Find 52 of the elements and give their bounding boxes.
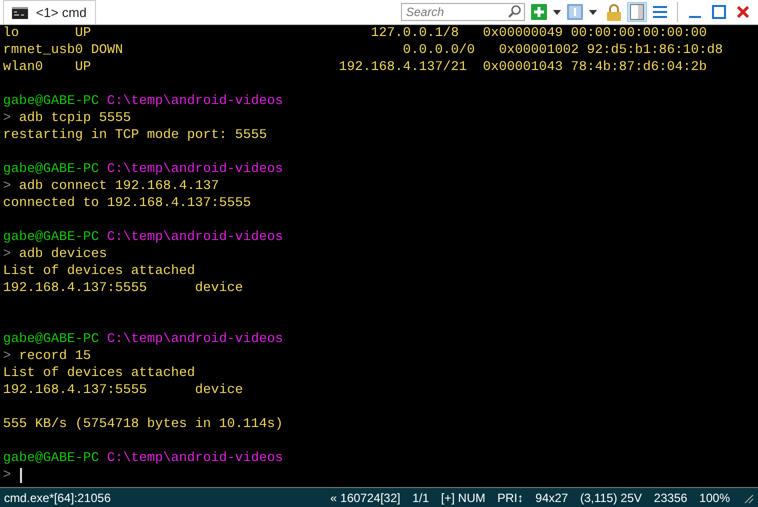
process-label: cmd.exe*[64]:21056 bbox=[4, 490, 112, 506]
prompt-user: gabe@GABE-PC bbox=[3, 230, 99, 245]
prompt-path: C:\temp\android-videos bbox=[106, 451, 283, 466]
status-item: 100% bbox=[699, 490, 730, 506]
close-icon[interactable] bbox=[736, 5, 750, 19]
output-text: lo UP 127.0.0.1/8 0x00000049 00:00:00:00:00:00 bbox=[3, 26, 707, 41]
resize-grip-icon[interactable] bbox=[742, 492, 754, 504]
status-item: [+] NUM bbox=[441, 490, 486, 506]
prompt-path: C:\temp\android-videos bbox=[106, 230, 283, 245]
output-text: 555 KB/s (5754718 bytes in 10.114s) bbox=[3, 417, 283, 432]
lock-icon[interactable] bbox=[607, 4, 621, 20]
command-text: adb connect 192.168.4.137 bbox=[19, 179, 219, 194]
prompt-path: C:\temp\android-videos bbox=[106, 94, 283, 109]
output-text: restarting in TCP mode port: 5555 bbox=[3, 128, 267, 143]
prompt-user: gabe@GABE-PC bbox=[3, 162, 99, 177]
output-text: rmnet_usb0 DOWN 0.0.0.0/0 0x00001002 92:d5:b1:86:10:d8 bbox=[3, 43, 723, 58]
console-icon bbox=[12, 6, 28, 18]
prompt-marker: > bbox=[3, 111, 11, 126]
status-item: 23356 bbox=[654, 490, 688, 506]
search-icon bbox=[508, 5, 521, 18]
prompt-user: gabe@GABE-PC bbox=[3, 94, 99, 109]
prompt-user: gabe@GABE-PC bbox=[3, 451, 99, 466]
prompt-marker: > bbox=[3, 349, 11, 364]
caret-down-icon[interactable] bbox=[553, 10, 561, 14]
plus-icon[interactable] bbox=[531, 4, 547, 20]
prompt-path: C:\temp\android-videos bbox=[106, 332, 283, 347]
prompt-path: C:\temp\android-videos bbox=[106, 162, 283, 177]
status-item: 1/1 bbox=[412, 490, 430, 506]
status-item: PRI↕ bbox=[497, 490, 524, 506]
menu-icon[interactable] bbox=[653, 6, 667, 18]
output-text: wlan0 UP 192.168.4.137/21 0x00001043 78:4b:87:d6:04:2b bbox=[3, 60, 707, 75]
output-text: List of devices attached bbox=[3, 264, 195, 279]
maximize-icon[interactable] bbox=[712, 5, 726, 19]
output-text: 192.168.4.137:5555 device bbox=[3, 281, 243, 296]
output-text: 192.168.4.137:5555 device bbox=[3, 383, 243, 398]
output-text: connected to 192.168.4.137:5555 bbox=[3, 196, 251, 211]
prompt-user: gabe@GABE-PC bbox=[3, 332, 99, 347]
text-cursor bbox=[20, 468, 22, 483]
prompt-marker: > bbox=[3, 247, 11, 262]
status-item: « 160724[32] bbox=[330, 490, 400, 506]
command-text: adb devices bbox=[19, 247, 107, 262]
caret-down-icon[interactable] bbox=[589, 10, 597, 14]
command-text: record 15 bbox=[19, 349, 91, 364]
prompt-marker: > bbox=[3, 179, 11, 194]
status-item: (3,115) 25V bbox=[580, 490, 642, 506]
output-text: List of devices attached bbox=[3, 366, 195, 381]
status-item: 94x27 bbox=[535, 490, 568, 506]
search-field[interactable]: Search bbox=[401, 3, 525, 21]
command-text: adb tcpip 5555 bbox=[19, 111, 131, 126]
split-view-button[interactable] bbox=[627, 2, 647, 22]
console-tab[interactable]: <1> cmd bbox=[3, 0, 96, 24]
prompt-marker: > bbox=[3, 467, 11, 484]
